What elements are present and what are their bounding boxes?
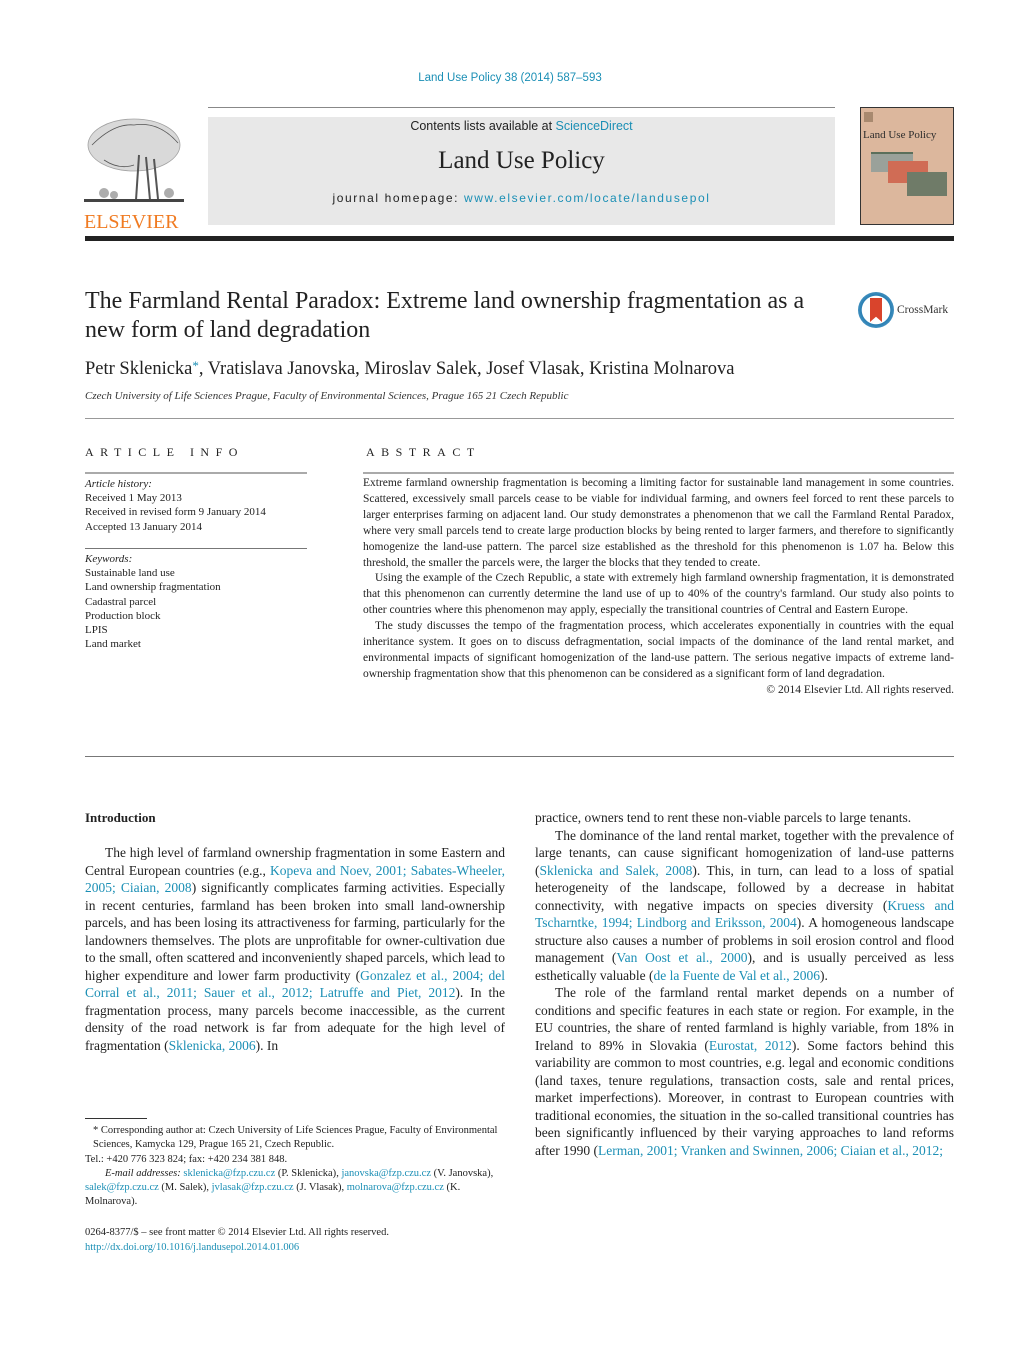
masthead-divider [85,236,954,241]
crossmark-label: CrossMark [897,304,949,316]
article-info-heading: ARTICLE INFO [85,445,244,459]
journal-reference-link[interactable]: Land Use Policy 38 (2014) 587–593 [0,72,1020,84]
contents-prefix: Contents lists available at [410,119,556,133]
header-rule [208,107,835,108]
email-owner: (V. Janovska) [433,1167,491,1179]
footnotes: * Corresponding author at: Czech Univers… [85,1124,510,1210]
contact-numbers: Tel.: +420 776 323 824; fax: +420 234 38… [85,1153,288,1165]
body-paragraph: practice, owners tend to rent these non-… [535,810,912,825]
email-link[interactable]: sklenicka@fzp.czu.cz [183,1168,275,1179]
email-owner: (M. Salek) [161,1182,207,1194]
keywords: Keywords: Sustainable land use Land owne… [85,552,307,651]
divider [85,472,307,474]
divider [85,418,954,419]
divider [85,756,954,757]
doi-link[interactable]: http://dx.doi.org/10.1016/j.landusepol.2… [85,1242,299,1253]
keywords-label: Keywords: [85,553,133,565]
abstract-paragraph: Using the example of the Czech Republic,… [363,572,954,617]
email-link[interactable]: janovska@fzp.czu.cz [341,1168,431,1179]
abstract-body: Extreme farmland ownership fragmentation… [363,476,954,699]
journal-title: Land Use Policy [438,147,605,174]
article-history: Article history: Received 1 May 2013 Rec… [85,477,307,534]
issn-line: 0264-8377/$ – see front matter © 2014 El… [85,1227,389,1238]
other-authors: , Vratislava Janovska, Miroslav Salek, J… [198,359,735,379]
journal-masthead: Contents lists available at ScienceDirec… [208,117,835,225]
keyword: Land market [85,638,141,651]
body-text: ). Some factors behind this variability … [535,1037,954,1158]
article-title: The Farmland Rental Paradox: Extreme lan… [85,288,805,343]
affiliation: Czech University of Life Sciences Prague… [85,390,569,402]
sciencedirect-link[interactable]: ScienceDirect [556,119,633,133]
body-paragraph: The role of the farmland rental market d… [535,984,954,1159]
keyword: Sustainable land use [85,567,175,580]
crossmark-icon [858,292,894,328]
journal-cover-thumbnail[interactable]: Land Use Policy [860,107,954,225]
cover-elsevier-icon [864,112,873,122]
citation-link[interactable]: Van Oost et al., 2000 [616,950,747,965]
journal-homepage-link[interactable]: www.elsevier.com/locate/landusepol [464,191,711,205]
abstract-copyright: © 2014 Elsevier Ltd. All rights reserved… [766,683,954,696]
history-item: Received 1 May 2013 [85,492,182,505]
keyword: Land ownership fragmentation [85,581,221,594]
body-text: ). In [255,1037,279,1053]
history-item: Accepted 13 January 2014 [85,520,202,533]
body-column-right: practice, owners tend to rent these non-… [535,809,954,1159]
abstract-heading: ABSTRACT [366,445,481,459]
front-matter: 0264-8377/$ – see front matter © 2014 El… [85,1226,510,1255]
keyword: Production block [85,609,161,622]
email-owner: (P. Sklenicka) [277,1167,337,1179]
email-link[interactable]: salek@fzp.czu.cz [85,1182,159,1193]
body-paragraph: The dominance of the land rental market,… [535,827,954,985]
citation-link[interactable]: de la Fuente de Val et al., 2006 [653,968,820,983]
history-item: Received in revised form 9 January 2014 [85,506,266,519]
section-heading-introduction: Introduction [85,810,156,825]
divider [85,548,307,549]
abstract-paragraph: The study discusses the tempo of the fra… [363,620,954,680]
email-link[interactable]: molnarova@fzp.czu.cz [347,1182,444,1193]
email-addresses: E-mail addresses: sklenicka@fzp.czu.cz (… [85,1167,494,1208]
divider [363,472,954,474]
citation-link[interactable]: Sklenicka, 2006 [169,1038,256,1053]
keyword: Cadastral parcel [85,595,157,608]
author-name[interactable]: Petr Sklenicka [85,359,192,379]
email-label: E-mail addresses: [105,1167,181,1179]
crossmark-button[interactable]: CrossMark [858,290,958,330]
body-column-left: The high level of farmland ownership fra… [85,844,505,1054]
corresponding-author-note: * Corresponding author at: Czech Univers… [93,1125,498,1151]
body-text: ). [820,967,828,983]
history-label: Article history: [85,478,152,490]
keyword: LPIS [85,624,108,637]
body-paragraph: The high level of farmland ownership fra… [85,844,505,1054]
homepage-prefix: journal homepage: [332,191,465,205]
cover-title: Land Use Policy [863,129,937,141]
cover-photo-3 [907,172,947,196]
elsevier-wordmark: ELSEVIER [84,211,179,233]
author-list: Petr Sklenicka*, Vratislava Janovska, Mi… [85,358,735,380]
contents-line: Contents lists available at ScienceDirec… [208,119,835,133]
elsevier-tree-icon [84,118,184,202]
citation-link[interactable]: Sklenicka and Salek, 2008 [540,863,693,878]
abstract-paragraph: Extreme farmland ownership fragmentation… [363,477,954,569]
homepage-line: journal homepage: www.elsevier.com/locat… [208,191,835,205]
footnote-rule [85,1118,147,1119]
email-link[interactable]: jvlasak@fzp.czu.cz [212,1182,294,1193]
citation-link[interactable]: Lerman, 2001; Vranken and Swinnen, 2006;… [598,1143,943,1158]
email-owner: (J. Vlasak) [296,1182,342,1194]
elsevier-logo[interactable]: ELSEVIER [84,115,186,233]
citation-link[interactable]: Eurostat, 2012 [709,1038,792,1053]
